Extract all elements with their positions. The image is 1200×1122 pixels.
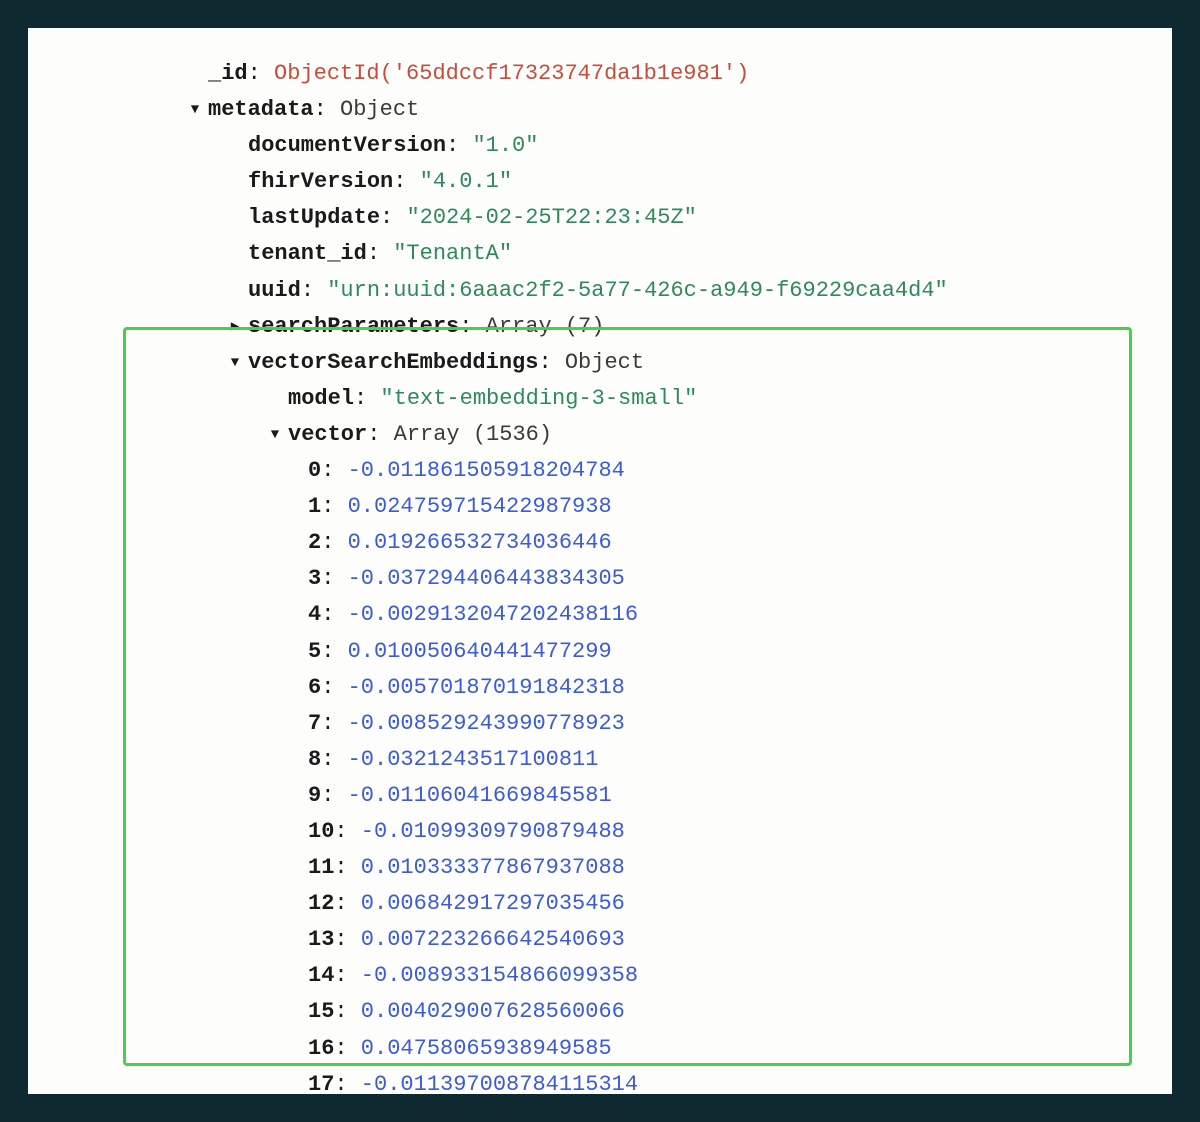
window-frame: _id: ObjectId('65ddccf17323747da1b1e981'… bbox=[0, 0, 1200, 1122]
vector-item[interactable]: 16: 0.04758065938949585 bbox=[148, 1031, 1172, 1067]
vector-value: 0.024759715422987938 bbox=[334, 494, 611, 519]
vector-item[interactable]: 13: 0.007223266642540693 bbox=[148, 922, 1172, 958]
vector-index: 14 bbox=[308, 963, 334, 988]
key-id: _id bbox=[208, 61, 248, 86]
vector-index: 6 bbox=[308, 675, 321, 700]
value-lastUpdate: "2024-02-25T22:23:45Z" bbox=[406, 205, 696, 230]
key-documentVersion: documentVersion bbox=[248, 133, 446, 158]
value-fhirVersion: "4.0.1" bbox=[420, 169, 512, 194]
vector-list: 0: -0.0118615059182047841: 0.02475971542… bbox=[148, 453, 1172, 1094]
vector-index: 5 bbox=[308, 639, 321, 664]
vector-index: 15 bbox=[308, 999, 334, 1024]
key-searchParameters: searchParameters bbox=[248, 314, 459, 339]
type-vector: Array (1536) bbox=[394, 422, 552, 447]
value-documentVersion: "1.0" bbox=[472, 133, 538, 158]
caret-down-icon[interactable]: ▼ bbox=[188, 100, 202, 122]
vector-item[interactable]: 14: -0.008933154866099358 bbox=[148, 958, 1172, 994]
key-model: model bbox=[288, 386, 354, 411]
type-metadata: Object bbox=[340, 97, 419, 122]
vector-value: 0.04758065938949585 bbox=[348, 1036, 612, 1061]
vector-index: 4 bbox=[308, 602, 321, 627]
vector-index: 8 bbox=[308, 747, 321, 772]
vector-value: -0.01099309790879488 bbox=[348, 819, 625, 844]
vector-value: -0.008529243990778923 bbox=[334, 711, 624, 736]
vector-index: 7 bbox=[308, 711, 321, 736]
vector-index: 3 bbox=[308, 566, 321, 591]
field-vectorSearchEmbeddings[interactable]: ▼vectorSearchEmbeddings: Object bbox=[148, 345, 1172, 381]
vector-item[interactable]: 9: -0.01106041669845581 bbox=[148, 778, 1172, 814]
vector-item[interactable]: 2: 0.019266532734036446 bbox=[148, 525, 1172, 561]
document-tree: _id: ObjectId('65ddccf17323747da1b1e981'… bbox=[28, 56, 1172, 1094]
vector-index: 16 bbox=[308, 1036, 334, 1061]
caret-down-icon[interactable]: ▼ bbox=[228, 353, 242, 375]
value-tenant_id: "TenantA" bbox=[393, 241, 512, 266]
vector-item[interactable]: 17: -0.011397008784115314 bbox=[148, 1067, 1172, 1094]
field-uuid[interactable]: uuid: "urn:uuid:6aaac2f2-5a77-426c-a949-… bbox=[148, 273, 1172, 309]
field-lastUpdate[interactable]: lastUpdate: "2024-02-25T22:23:45Z" bbox=[148, 200, 1172, 236]
field-metadata[interactable]: ▼metadata: Object bbox=[148, 92, 1172, 128]
vector-item[interactable]: 11: 0.010333377867937088 bbox=[148, 850, 1172, 886]
field-documentVersion[interactable]: documentVersion: "1.0" bbox=[148, 128, 1172, 164]
vector-value: 0.007223266642540693 bbox=[348, 927, 625, 952]
type-vectorSearchEmbeddings: Object bbox=[565, 350, 644, 375]
vector-index: 2 bbox=[308, 530, 321, 555]
vector-item[interactable]: 3: -0.037294406443834305 bbox=[148, 561, 1172, 597]
vector-item[interactable]: 5: 0.010050640441477299 bbox=[148, 634, 1172, 670]
vector-item[interactable]: 1: 0.024759715422987938 bbox=[148, 489, 1172, 525]
field-vector[interactable]: ▼vector: Array (1536) bbox=[148, 417, 1172, 453]
vector-index: 9 bbox=[308, 783, 321, 808]
key-vectorSearchEmbeddings: vectorSearchEmbeddings bbox=[248, 350, 538, 375]
document-panel: _id: ObjectId('65ddccf17323747da1b1e981'… bbox=[28, 28, 1172, 1094]
vector-item[interactable]: 8: -0.0321243517100811 bbox=[148, 742, 1172, 778]
type-searchParameters: Array (7) bbox=[486, 314, 605, 339]
field-id[interactable]: _id: ObjectId('65ddccf17323747da1b1e981'… bbox=[148, 56, 1172, 92]
key-tenant_id: tenant_id bbox=[248, 241, 367, 266]
vector-item[interactable]: 0: -0.011861505918204784 bbox=[148, 453, 1172, 489]
vector-value: 0.010050640441477299 bbox=[334, 639, 611, 664]
vector-value: 0.010333377867937088 bbox=[348, 855, 625, 880]
vector-value: 0.019266532734036446 bbox=[334, 530, 611, 555]
vector-index: 1 bbox=[308, 494, 321, 519]
value-uuid: "urn:uuid:6aaac2f2-5a77-426c-a949-f69229… bbox=[327, 278, 948, 303]
vector-index: 13 bbox=[308, 927, 334, 952]
field-fhirVersion[interactable]: fhirVersion: "4.0.1" bbox=[148, 164, 1172, 200]
value-model: "text-embedding-3-small" bbox=[380, 386, 697, 411]
vector-value: -0.011861505918204784 bbox=[334, 458, 624, 483]
key-fhirVersion: fhirVersion bbox=[248, 169, 393, 194]
vector-value: -0.0029132047202438116 bbox=[334, 602, 638, 627]
vector-item[interactable]: 12: 0.006842917297035456 bbox=[148, 886, 1172, 922]
key-lastUpdate: lastUpdate bbox=[248, 205, 380, 230]
vector-item[interactable]: 6: -0.005701870191842318 bbox=[148, 670, 1172, 706]
key-uuid: uuid bbox=[248, 278, 301, 303]
vector-value: -0.01106041669845581 bbox=[334, 783, 611, 808]
vector-value: -0.011397008784115314 bbox=[348, 1072, 638, 1094]
vector-item[interactable]: 4: -0.0029132047202438116 bbox=[148, 597, 1172, 633]
vector-index: 11 bbox=[308, 855, 334, 880]
vector-index: 17 bbox=[308, 1072, 334, 1094]
field-model[interactable]: model: "text-embedding-3-small" bbox=[148, 381, 1172, 417]
vector-item[interactable]: 7: -0.008529243990778923 bbox=[148, 706, 1172, 742]
vector-value: 0.004029007628560066 bbox=[348, 999, 625, 1024]
field-tenant_id[interactable]: tenant_id: "TenantA" bbox=[148, 236, 1172, 272]
vector-item[interactable]: 10: -0.01099309790879488 bbox=[148, 814, 1172, 850]
vector-item[interactable]: 15: 0.004029007628560066 bbox=[148, 994, 1172, 1030]
caret-right-icon[interactable]: ▶ bbox=[228, 317, 242, 339]
field-searchParameters[interactable]: ▶searchParameters: Array (7) bbox=[148, 309, 1172, 345]
vector-value: 0.006842917297035456 bbox=[348, 891, 625, 916]
vector-index: 10 bbox=[308, 819, 334, 844]
vector-index: 12 bbox=[308, 891, 334, 916]
vector-value: -0.037294406443834305 bbox=[334, 566, 624, 591]
vector-value: -0.008933154866099358 bbox=[348, 963, 638, 988]
vector-value: -0.005701870191842318 bbox=[334, 675, 624, 700]
vector-index: 0 bbox=[308, 458, 321, 483]
vector-value: -0.0321243517100811 bbox=[334, 747, 598, 772]
caret-down-icon[interactable]: ▼ bbox=[268, 425, 282, 447]
value-id: ObjectId('65ddccf17323747da1b1e981') bbox=[274, 61, 749, 86]
key-vector: vector bbox=[288, 422, 367, 447]
key-metadata: metadata bbox=[208, 97, 314, 122]
